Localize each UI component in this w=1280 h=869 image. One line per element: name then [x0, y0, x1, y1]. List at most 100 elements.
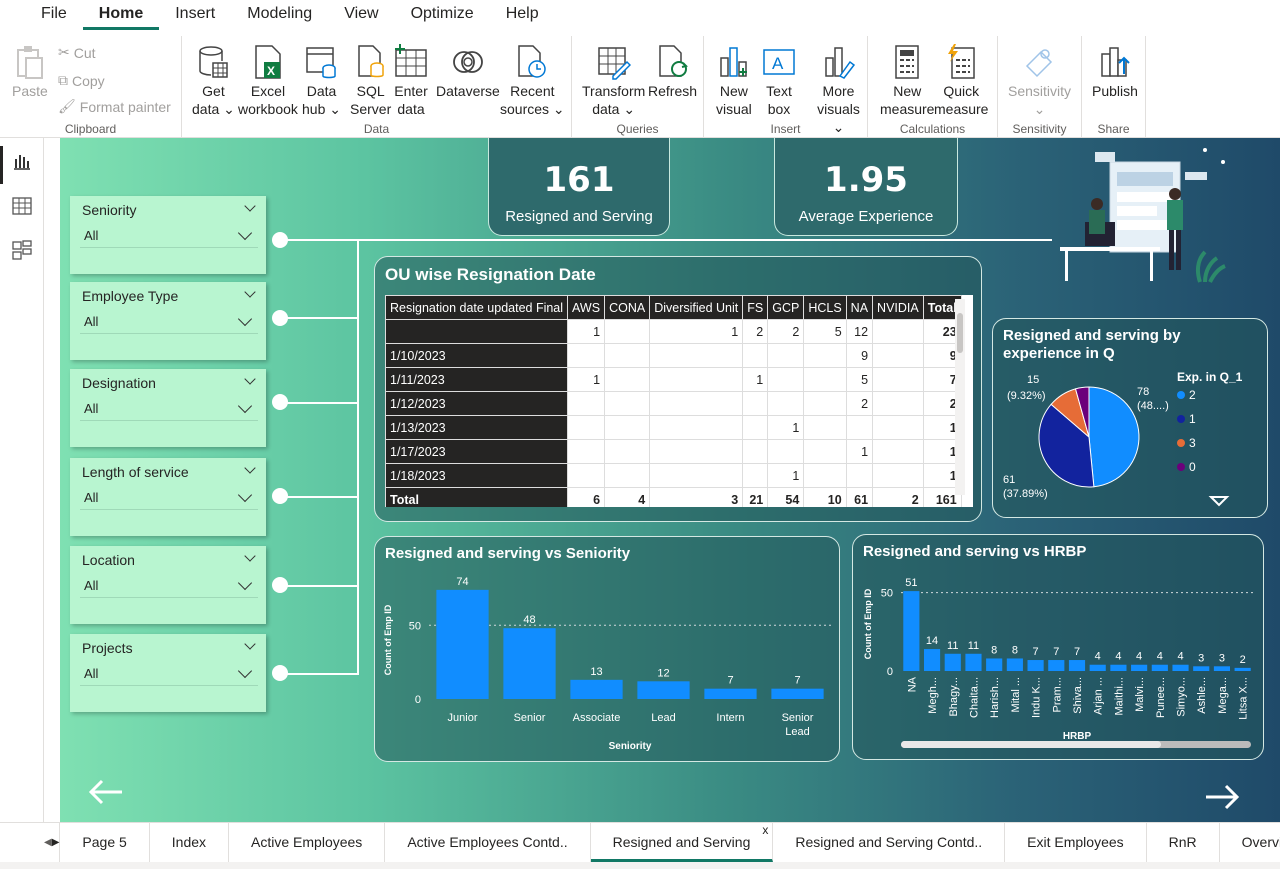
bar[interactable] [1193, 666, 1210, 671]
matrix-col-header[interactable]: Diversified Unit [649, 295, 744, 320]
transform-data-button[interactable]: Transform data ⌄ [582, 44, 645, 118]
copy-button[interactable]: ⧉ Copy [58, 72, 105, 89]
bar[interactable] [1172, 664, 1189, 671]
bar[interactable] [903, 591, 920, 671]
slicer-dropdown[interactable]: All [80, 310, 258, 334]
resignation-matrix[interactable]: Resignation date updated Final AWS CONA … [385, 295, 973, 507]
bar[interactable] [986, 658, 1003, 671]
legend-item[interactable]: 2 [1189, 388, 1196, 402]
matrix-col-header[interactable]: AWS [567, 295, 606, 320]
slicer-dropdown[interactable]: All [80, 662, 258, 686]
bar[interactable] [1131, 664, 1148, 671]
cut-button[interactable]: ✂ Cut [58, 44, 96, 61]
scrollbar-thumb[interactable] [901, 741, 1161, 748]
format-painter-button[interactable]: 🖌 Format painter [58, 98, 171, 115]
tab-overview[interactable]: Overvie [1220, 823, 1280, 862]
get-data-button[interactable]: Get data ⌄ [192, 44, 235, 118]
collapse-chevron-icon[interactable] [244, 286, 256, 298]
collapse-chevron-icon[interactable] [244, 200, 256, 212]
tab-close-icon[interactable]: x [762, 811, 768, 849]
collapse-chevron-icon[interactable] [244, 550, 256, 562]
legend-item[interactable]: 3 [1189, 436, 1196, 450]
bar[interactable] [570, 679, 623, 699]
new-visual-button[interactable]: New visual [716, 44, 752, 118]
matrix-col-header[interactable]: NA [845, 295, 874, 320]
slicer-dropdown[interactable]: All [80, 574, 258, 598]
bar[interactable] [1027, 660, 1044, 671]
next-page-arrow-icon[interactable] [1204, 779, 1240, 819]
bar[interactable] [1068, 660, 1086, 671]
matrix-col-header[interactable]: CONA [604, 295, 651, 320]
bar[interactable] [965, 653, 982, 671]
bar[interactable] [1234, 667, 1251, 671]
recent-sources-button[interactable]: Recent sources ⌄ [500, 44, 565, 118]
sensitivity-button[interactable]: Sensitivity ⌄ [1008, 44, 1071, 118]
matrix-scrollbar[interactable] [955, 299, 965, 495]
quick-measure-button[interactable]: Quick measure [934, 44, 988, 118]
menu-optimize[interactable]: Optimize [395, 0, 490, 30]
tab-active-employees[interactable]: Active Employees [229, 823, 386, 862]
bar[interactable] [503, 628, 556, 699]
tab-exit-employees[interactable]: Exit Employees [1005, 823, 1147, 862]
tab-resigned-and-serving-contd[interactable]: Resigned and Serving Contd.. [773, 823, 1006, 862]
matrix-col-header[interactable]: NVIDIA [872, 295, 924, 320]
slicer-length-of-service[interactable]: Length of service All [70, 458, 266, 536]
seniority-bar-chart[interactable]: 50 0 Count of Emp ID 74 Junior 48 Senior 13 Asso… [375, 537, 841, 763]
bar[interactable] [637, 681, 690, 699]
matrix-col-header[interactable]: GCP [767, 295, 805, 320]
excel-workbook-button[interactable]: X Excel workbook [238, 44, 298, 118]
slicer-designation[interactable]: Designation All [70, 369, 266, 447]
slicer-employee-type[interactable]: Employee Type All [70, 282, 266, 360]
enter-data-button[interactable]: Enter data [394, 44, 428, 118]
matrix-col-header[interactable]: FS [742, 295, 769, 320]
slicer-dropdown[interactable]: All [80, 224, 258, 248]
bar[interactable] [923, 649, 941, 671]
slicer-projects[interactable]: Projects All [70, 634, 266, 712]
bar[interactable] [704, 688, 757, 699]
bar[interactable] [1151, 664, 1168, 671]
menu-file[interactable]: File [25, 0, 83, 30]
slicer-dropdown[interactable]: All [80, 397, 258, 421]
hrbp-bar-chart[interactable]: 50 0 Count of Emp ID 51 NA 14 Megh... 11 Bhagy..… [853, 535, 1265, 761]
refresh-button[interactable]: Refresh [648, 44, 697, 100]
menu-modeling[interactable]: Modeling [231, 0, 328, 30]
hrbp-scrollbar[interactable] [901, 741, 1251, 748]
collapse-chevron-icon[interactable] [244, 462, 256, 474]
tab-active-employees-contd[interactable]: Active Employees Contd.. [385, 823, 591, 862]
bar[interactable] [1089, 664, 1106, 671]
bar[interactable] [944, 653, 961, 671]
slicer-location[interactable]: Location All [70, 546, 266, 624]
pie-slice[interactable] [1088, 386, 1140, 488]
collapse-chevron-icon[interactable] [244, 373, 256, 385]
tab-page-5[interactable]: Page 5 [60, 823, 150, 862]
scrollbar-thumb[interactable] [957, 313, 963, 353]
data-hub-button[interactable]: Data hub ⌄ [302, 44, 341, 118]
menu-insert[interactable]: Insert [159, 0, 231, 30]
dataverse-button[interactable]: Dataverse [436, 44, 500, 100]
pie-chart[interactable]: 78 (48....) 61 (37.89%) 15 (9.32%) Exp. in Q_1… [993, 319, 1269, 519]
previous-page-arrow-icon[interactable] [88, 774, 124, 814]
bar[interactable] [1048, 660, 1065, 671]
slicer-seniority[interactable]: Seniority All [70, 196, 266, 274]
menu-help[interactable]: Help [490, 0, 555, 30]
new-measure-button[interactable]: New measure [880, 44, 934, 118]
legend-item[interactable]: 0 [1189, 460, 1196, 474]
legend-item[interactable]: 1 [1189, 412, 1196, 426]
tab-resigned-and-serving[interactable]: Resigned and Serving x [590, 823, 774, 862]
matrix-col-header[interactable]: Resignation date updated Final [385, 295, 569, 320]
bar[interactable] [1006, 658, 1023, 671]
tab-scroll-right-icon[interactable]: ▶ [52, 837, 60, 848]
bar[interactable] [771, 688, 824, 699]
menu-home[interactable]: Home [82, 0, 160, 30]
report-view-icon[interactable] [10, 150, 34, 174]
bar[interactable] [1213, 666, 1231, 671]
bar[interactable] [436, 589, 489, 699]
text-box-button[interactable]: A Text box [762, 44, 796, 118]
tab-scroll-left-icon[interactable]: ◀ [44, 837, 52, 848]
model-view-icon[interactable] [10, 238, 34, 262]
collapse-chevron-icon[interactable] [244, 638, 256, 650]
tab-rnr[interactable]: RnR [1147, 823, 1220, 862]
slicer-dropdown[interactable]: All [80, 486, 258, 510]
sql-server-button[interactable]: SQL Server [350, 44, 391, 118]
paste-button[interactable]: Paste [12, 44, 48, 100]
